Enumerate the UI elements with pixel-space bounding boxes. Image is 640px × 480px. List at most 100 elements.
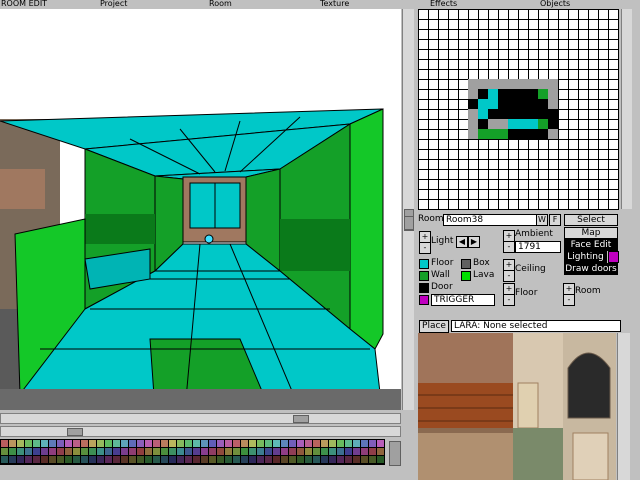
palette-swatch[interactable] (225, 440, 232, 447)
palette-swatch[interactable] (17, 456, 24, 463)
palette-swatch[interactable] (65, 440, 72, 447)
palette-swatch[interactable] (41, 456, 48, 463)
palette-swatch[interactable] (225, 456, 232, 463)
palette-swatch[interactable] (145, 448, 152, 455)
select-mode-button[interactable]: Select (564, 214, 618, 226)
map-mode-button[interactable]: Map (564, 227, 618, 239)
palette-swatch[interactable] (361, 448, 368, 455)
menu-project[interactable]: Project (100, 0, 127, 8)
palette-swatch[interactable] (129, 456, 136, 463)
palette-swatch[interactable] (329, 440, 336, 447)
palette-swatch[interactable] (337, 440, 344, 447)
menu-texture[interactable]: Texture (320, 0, 349, 8)
ceiling-minus-button[interactable]: - (503, 270, 515, 282)
texture-preview[interactable] (418, 333, 616, 480)
palette-swatch[interactable] (265, 440, 272, 447)
palette-swatch[interactable] (49, 456, 56, 463)
palette-swatch[interactable] (201, 456, 208, 463)
palette-swatch[interactable] (345, 456, 352, 463)
texture-scrollbar[interactable] (617, 333, 630, 480)
palette-swatch[interactable] (169, 456, 176, 463)
viewport-horizontal-thumb[interactable] (293, 415, 309, 423)
light-left-icon[interactable]: ◀ (456, 236, 468, 248)
lighting-color-swatch[interactable] (608, 251, 619, 263)
palette-swatch[interactable] (113, 456, 120, 463)
palette-swatch[interactable] (281, 448, 288, 455)
palette-swatch[interactable] (193, 448, 200, 455)
palette-swatch[interactable] (241, 456, 248, 463)
trigger-swatch[interactable] (419, 295, 429, 305)
palette-swatch[interactable] (57, 448, 64, 455)
palette-swatch[interactable] (1, 456, 8, 463)
palette-swatch[interactable] (113, 448, 120, 455)
light-minus-button[interactable]: - (419, 242, 431, 254)
palette-swatch[interactable] (137, 448, 144, 455)
palette-swatch[interactable] (233, 448, 240, 455)
palette-swatch[interactable] (97, 456, 104, 463)
lava-swatch[interactable] (461, 271, 471, 281)
palette-swatch[interactable] (97, 448, 104, 455)
palette-swatch[interactable] (177, 440, 184, 447)
palette-swatch[interactable] (257, 440, 264, 447)
palette-swatch[interactable] (209, 448, 216, 455)
viewport-horizontal-scrollbar[interactable] (0, 413, 401, 424)
floor-minus-button[interactable]: - (503, 294, 515, 306)
palette-swatch[interactable] (145, 440, 152, 447)
palette-swatch[interactable] (377, 440, 384, 447)
palette-swatch[interactable] (41, 440, 48, 447)
palette-swatch[interactable] (57, 456, 64, 463)
palette-swatch[interactable] (217, 448, 224, 455)
palette-swatch[interactable] (105, 448, 112, 455)
palette-swatch[interactable] (241, 448, 248, 455)
palette-swatch[interactable] (313, 440, 320, 447)
palette-swatch[interactable] (297, 456, 304, 463)
viewport-vertical-scrollbar[interactable] (402, 9, 414, 410)
palette-swatch[interactable] (81, 456, 88, 463)
palette-swatch[interactable] (369, 448, 376, 455)
palette-swatch[interactable] (9, 456, 16, 463)
palette-swatch[interactable] (209, 456, 216, 463)
palette-swatch[interactable] (201, 448, 208, 455)
ambient-minus-button[interactable]: - (503, 241, 515, 253)
palette-swatch[interactable] (313, 456, 320, 463)
palette-swatch[interactable] (177, 448, 184, 455)
palette-swatch[interactable] (153, 456, 160, 463)
face-edit-mode-button[interactable]: Face Edit (564, 239, 618, 251)
palette-swatch[interactable] (377, 456, 384, 463)
palette-swatch[interactable] (161, 448, 168, 455)
menu-room[interactable]: Room (209, 0, 232, 8)
f-button[interactable]: F (549, 214, 561, 226)
palette-swatch[interactable] (129, 440, 136, 447)
menu-objects[interactable]: Objects (540, 0, 570, 8)
palette-swatch[interactable] (185, 448, 192, 455)
box-swatch[interactable] (461, 259, 471, 269)
palette-side-scroll[interactable] (389, 441, 401, 466)
palette-swatch[interactable] (25, 456, 32, 463)
palette-swatch[interactable] (137, 440, 144, 447)
palette-swatch[interactable] (97, 440, 104, 447)
palette-swatch[interactable] (121, 456, 128, 463)
palette-swatch[interactable] (9, 440, 16, 447)
palette-swatch[interactable] (185, 440, 192, 447)
palette-swatch[interactable] (169, 440, 176, 447)
palette-swatch[interactable] (81, 440, 88, 447)
palette-swatch[interactable] (345, 440, 352, 447)
palette-swatch[interactable] (281, 440, 288, 447)
palette-swatch[interactable] (81, 448, 88, 455)
palette-swatch[interactable] (345, 448, 352, 455)
palette-swatch[interactable] (353, 440, 360, 447)
palette-swatch[interactable] (305, 448, 312, 455)
room-minus-button[interactable]: - (563, 294, 575, 306)
palette-swatch[interactable] (297, 448, 304, 455)
room-map-grid[interactable] (418, 9, 619, 210)
palette-swatch[interactable] (121, 448, 128, 455)
palette-swatch[interactable] (321, 440, 328, 447)
palette-swatch[interactable] (17, 448, 24, 455)
palette-swatch[interactable] (161, 440, 168, 447)
palette-swatch[interactable] (217, 440, 224, 447)
palette-swatch[interactable] (305, 440, 312, 447)
palette-swatch[interactable] (73, 440, 80, 447)
palette-swatch[interactable] (73, 448, 80, 455)
palette-swatch[interactable] (249, 440, 256, 447)
palette-swatch[interactable] (25, 440, 32, 447)
